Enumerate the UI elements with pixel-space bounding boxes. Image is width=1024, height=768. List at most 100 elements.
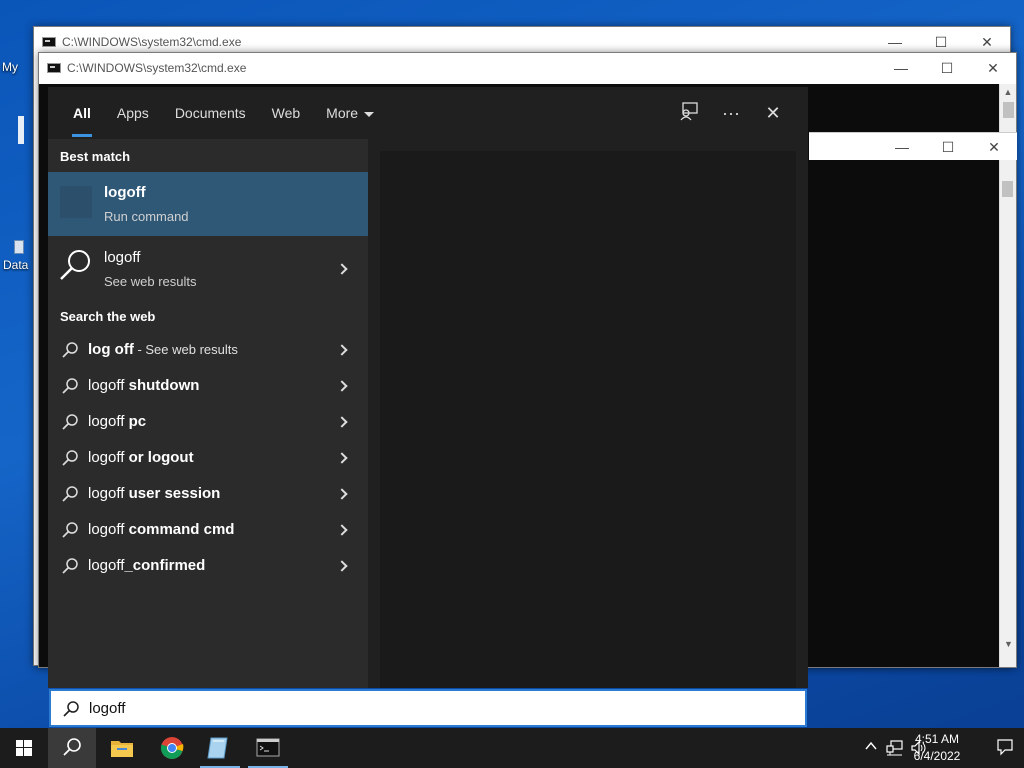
- suggestion-item[interactable]: logoff command cmd: [48, 512, 368, 548]
- scroll-up-icon[interactable]: ▲: [1000, 84, 1016, 101]
- search-icon: [62, 414, 78, 430]
- taskbar-clock[interactable]: 4:51 AM 6/4/2022: [906, 731, 968, 765]
- web-result[interactable]: logoff See web results: [48, 237, 368, 301]
- web-result-title: logoff: [104, 249, 141, 266]
- search-input[interactable]: [89, 697, 689, 719]
- chrome-button[interactable]: [148, 728, 196, 768]
- cmd-titlebar[interactable]: C:\WINDOWS\system32\cmd.exe — ☐ ✕: [39, 53, 1016, 83]
- chevron-right-icon[interactable]: [336, 416, 348, 428]
- preview-pane: [368, 139, 808, 688]
- folder-icon: [111, 741, 133, 757]
- search-icon: [62, 558, 78, 574]
- tab-documents[interactable]: Documents: [162, 87, 259, 139]
- run-command-icon: [60, 186, 92, 218]
- show-hidden-icons-icon[interactable]: [862, 739, 880, 757]
- suggestion-item[interactable]: logoff_confirmed: [48, 548, 368, 584]
- network-icon[interactable]: [886, 739, 904, 757]
- minimize-button[interactable]: —: [878, 60, 924, 76]
- web-result-subtitle: See web results: [104, 274, 197, 289]
- maximize-button[interactable]: ☐: [924, 60, 970, 77]
- chevron-right-icon[interactable]: [336, 263, 348, 275]
- best-match-header: Best match: [60, 149, 131, 164]
- tab-all[interactable]: All: [60, 87, 104, 139]
- cmd-window-title: C:\WINDOWS\system32\cmd.exe: [67, 61, 247, 75]
- search-icon: [63, 701, 79, 717]
- suggestion-prefix: logoff: [88, 449, 125, 466]
- windows-logo-icon: [16, 740, 32, 756]
- suggestion-item[interactable]: logoff pc: [48, 404, 368, 440]
- chevron-down-icon: [364, 111, 375, 117]
- action-center-icon[interactable]: [996, 738, 1014, 756]
- cmd-icon: [42, 37, 56, 47]
- maximize-button[interactable]: ☐: [925, 133, 971, 160]
- nested-window-titlebar[interactable]: — ☐ ✕: [809, 132, 1017, 160]
- chevron-right-icon[interactable]: [336, 344, 348, 356]
- desktop-icon-label-my[interactable]: My: [2, 60, 18, 74]
- results-list: Best match logoff Run command logoff See…: [48, 139, 368, 688]
- desktop-icon-shortcut[interactable]: [14, 240, 24, 254]
- search-topbar: All Apps Documents Web More ··· ✕: [48, 87, 808, 139]
- chevron-right-icon[interactable]: [336, 524, 348, 536]
- scroll-thumb[interactable]: [1003, 102, 1014, 118]
- search-icon: [62, 450, 78, 466]
- chevron-right-icon[interactable]: [336, 452, 348, 464]
- file-explorer-button[interactable]: [98, 728, 146, 768]
- start-button[interactable]: [0, 728, 48, 768]
- chevron-right-icon[interactable]: [336, 488, 348, 500]
- suggestion-item[interactable]: logoff user session: [48, 476, 368, 512]
- suggestion-bold: shutdown: [124, 377, 200, 394]
- cmd-window-title: C:\WINDOWS\system32\cmd.exe: [62, 35, 242, 49]
- close-button[interactable]: ✕: [970, 60, 1016, 77]
- minimize-button[interactable]: —: [879, 133, 925, 160]
- cmd-scrollbar[interactable]: ▲ ▼: [999, 84, 1016, 667]
- nested-window-scrollthumb[interactable]: [1002, 181, 1013, 197]
- taskbar: 4:51 AM 6/4/2022: [0, 728, 1024, 768]
- chevron-right-icon[interactable]: [336, 560, 348, 572]
- chrome-icon: [160, 737, 184, 759]
- cmd-icon: [47, 63, 61, 73]
- tab-web[interactable]: Web: [259, 87, 314, 139]
- suggestion-suffix: - See web results: [133, 342, 238, 357]
- maximize-button[interactable]: ☐: [918, 34, 964, 51]
- suggestion-item[interactable]: log off - See web results: [48, 332, 368, 368]
- tab-apps[interactable]: Apps: [104, 87, 162, 139]
- suggestion-prefix: logoff: [88, 557, 125, 574]
- close-button[interactable]: ✕: [971, 133, 1017, 160]
- suggestion-prefix: logoff: [88, 413, 125, 430]
- close-icon[interactable]: ✕: [752, 103, 794, 124]
- search-button[interactable]: [48, 728, 96, 768]
- feedback-icon[interactable]: [668, 101, 710, 126]
- best-match-title: logoff: [104, 184, 146, 201]
- search-box[interactable]: [49, 689, 807, 727]
- minimize-button[interactable]: —: [872, 34, 918, 50]
- chevron-right-icon[interactable]: [336, 380, 348, 392]
- more-options-icon[interactable]: ···: [710, 103, 752, 124]
- search-icon: [62, 342, 78, 358]
- close-button[interactable]: ✕: [964, 34, 1010, 51]
- suggestion-bold: or logout: [124, 449, 194, 466]
- preview-area: [380, 151, 796, 688]
- cmd-taskbar-button[interactable]: [244, 728, 292, 768]
- suggestion-bold: command cmd: [124, 521, 235, 538]
- best-match-subtitle: Run command: [104, 209, 189, 224]
- search-icon: [60, 250, 90, 280]
- desktop-icon-label-data[interactable]: Data: [3, 258, 28, 272]
- tab-more[interactable]: More: [313, 87, 387, 139]
- search-panel: All Apps Documents Web More ··· ✕ Best m…: [48, 87, 808, 688]
- best-match-result[interactable]: logoff Run command: [48, 172, 368, 236]
- notepad-button[interactable]: [196, 728, 244, 768]
- suggestion-item[interactable]: logoff shutdown: [48, 368, 368, 404]
- search-icon: [62, 486, 78, 502]
- suggestion-prefix: logoff: [88, 485, 125, 502]
- scroll-down-icon[interactable]: ▼: [1000, 636, 1017, 653]
- clock-date: 6/4/2022: [913, 749, 961, 763]
- suggestion-bold: log off: [88, 341, 134, 358]
- search-icon: [62, 378, 78, 394]
- cmd-hscroll[interactable]: [809, 641, 999, 667]
- suggestion-item[interactable]: logoff or logout: [48, 440, 368, 476]
- suggestion-prefix: logoff: [88, 377, 125, 394]
- search-icon: [63, 738, 81, 756]
- notepad-icon: [207, 737, 228, 759]
- tab-more-label: More: [326, 105, 359, 121]
- suggestion-bold: pc: [124, 413, 147, 430]
